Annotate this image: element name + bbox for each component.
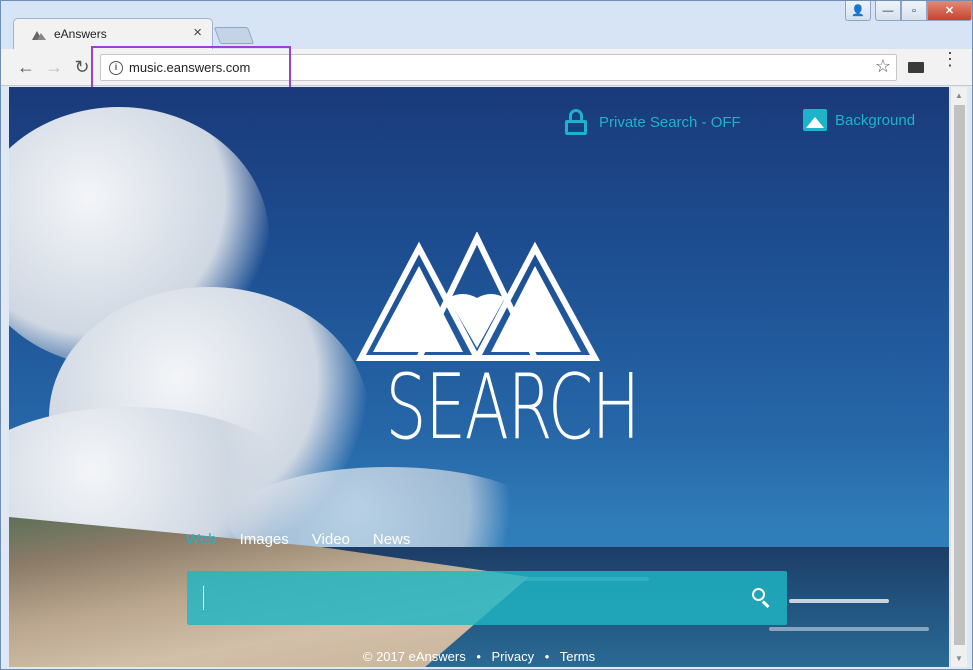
browser-tab[interactable]: eAnswers × [13, 18, 213, 49]
mountain-logo-icon [356, 232, 601, 361]
background-label: Background [835, 111, 916, 129]
browser-window: eAnswers × 👤 — ▫ ✕ ← → ↻ i music.eanswer… [0, 0, 973, 670]
tab-video[interactable]: Video [312, 531, 350, 548]
mountain-favicon-icon [32, 31, 46, 40]
privacy-link[interactable]: Privacy [492, 649, 535, 664]
user-icon[interactable]: 👤 [845, 1, 871, 21]
private-search-toggle[interactable]: Private Search - OFF [565, 109, 741, 135]
scrollbar-thumb[interactable] [954, 105, 965, 645]
maximize-button[interactable]: ▫ [901, 1, 927, 21]
footer-separator: • [544, 649, 550, 664]
background-button[interactable]: Background [803, 109, 915, 131]
search-icon[interactable] [752, 588, 772, 608]
footer-separator: • [476, 649, 481, 664]
wave [769, 627, 929, 631]
copyright-text: © 2017 eAnswers [362, 649, 466, 664]
page-footer: © 2017 eAnswers • Privacy • Terms [9, 649, 949, 664]
title-bar: eAnswers × 👤 — ▫ ✕ [1, 1, 972, 49]
search-type-tabs: Web Images Video News [186, 531, 433, 548]
tab-web[interactable]: Web [186, 531, 217, 548]
tab-close-icon[interactable]: × [193, 24, 202, 41]
tab-news[interactable]: News [373, 531, 411, 548]
search-input[interactable] [187, 571, 787, 625]
reload-button[interactable]: ↻ [72, 57, 92, 77]
url-highlight-box [91, 46, 291, 91]
menu-icon[interactable]: ⋮ [941, 50, 959, 68]
tab-title: eAnswers [54, 27, 107, 41]
minimize-button[interactable]: — [875, 1, 901, 21]
window-controls: 👤 — ▫ ✕ [845, 1, 972, 21]
tab-images[interactable]: Images [240, 531, 289, 548]
forward-button[interactable]: → [44, 57, 64, 77]
lock-icon [565, 109, 587, 135]
new-tab-button[interactable] [213, 27, 255, 44]
back-button[interactable]: ← [16, 57, 36, 77]
image-icon [803, 109, 827, 131]
page-content: Private Search - OFF Background SEARCH W… [9, 87, 949, 667]
scroll-down-icon[interactable]: ▼ [955, 654, 963, 663]
vertical-scrollbar[interactable]: ▲ ▼ [950, 87, 967, 667]
cast-icon[interactable] [908, 62, 924, 73]
private-search-label: Private Search - OFF [599, 113, 741, 131]
text-caret [203, 586, 204, 610]
close-button[interactable]: ✕ [927, 1, 972, 21]
star-icon[interactable]: ☆ [875, 56, 891, 77]
terms-link[interactable]: Terms [560, 649, 595, 664]
scroll-up-icon[interactable]: ▲ [955, 91, 963, 100]
wave [789, 599, 889, 603]
logo-wordmark: SEARCH [385, 355, 640, 460]
